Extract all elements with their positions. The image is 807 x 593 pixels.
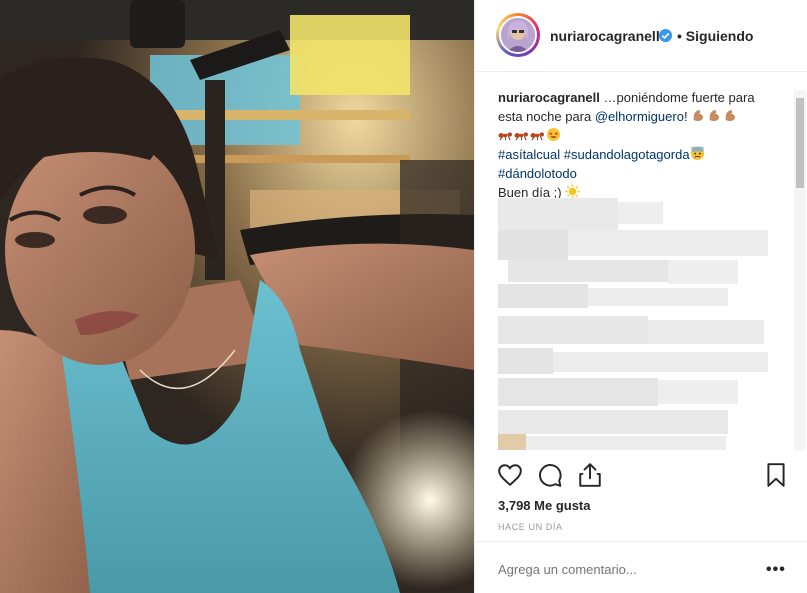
action-bar: [475, 456, 807, 496]
post-timestamp[interactable]: HACE UN DÍA: [498, 522, 563, 532]
caption-scrollbar[interactable]: [794, 90, 806, 450]
heart-icon[interactable]: [497, 462, 523, 488]
username-link[interactable]: nuriarocagranell: [550, 28, 660, 44]
separator-dot: •: [677, 28, 682, 44]
avatar-image: [501, 18, 535, 52]
flexed-biceps-icon: [693, 109, 704, 122]
caption-username[interactable]: nuriarocagranell: [498, 90, 600, 105]
share-icon[interactable]: [577, 462, 603, 488]
star-struck-face-icon: [546, 127, 561, 142]
sun-icon: [565, 184, 580, 199]
story-ring[interactable]: [496, 13, 540, 57]
hashtag-link[interactable]: #sudandolagotagorda: [564, 147, 690, 162]
scrollbar-thumb[interactable]: [796, 98, 804, 188]
following-button[interactable]: Siguiendo: [686, 28, 754, 44]
flexed-biceps-icon: [725, 109, 736, 122]
caption-text-end: !: [683, 109, 688, 124]
comment-input[interactable]: [498, 562, 738, 577]
comment-icon[interactable]: [537, 462, 563, 488]
flexed-biceps-emoji-group: [691, 109, 739, 124]
avatar[interactable]: [501, 18, 535, 52]
post-photo[interactable]: [0, 0, 474, 593]
post-header: nuriarocagranell • Siguiendo: [475, 0, 807, 72]
hashtag-link[interactable]: #asítalcual: [498, 147, 560, 162]
ant-icon: [498, 132, 513, 141]
more-options-icon[interactable]: •••: [766, 561, 786, 579]
avatar-frame: [499, 16, 537, 54]
ant-icon: [530, 132, 545, 141]
verified-badge-icon: [658, 28, 673, 43]
like-count[interactable]: 3,798 Me gusta: [498, 498, 591, 513]
comment-section: •••: [475, 541, 807, 593]
mention-link[interactable]: @elhormiguero: [595, 109, 684, 124]
flexed-biceps-icon: [709, 109, 720, 122]
bookmark-icon[interactable]: [763, 462, 789, 488]
instagram-post: nuriarocagranell • Siguiendo nuriarocagr…: [0, 0, 807, 593]
selfie-image: [0, 0, 474, 593]
pixelated-comments: [498, 198, 768, 450]
post-details-panel: nuriarocagranell • Siguiendo nuriarocagr…: [474, 0, 807, 593]
follow-status[interactable]: • Siguiendo: [677, 28, 753, 44]
post-caption: nuriarocagranell …poniéndome fuerte para…: [498, 88, 766, 202]
hashtag-link[interactable]: #dándolotodo: [498, 166, 577, 181]
ant-emoji-group: [498, 127, 562, 143]
ant-icon: [514, 132, 529, 141]
sweating-face-icon: [690, 146, 704, 161]
